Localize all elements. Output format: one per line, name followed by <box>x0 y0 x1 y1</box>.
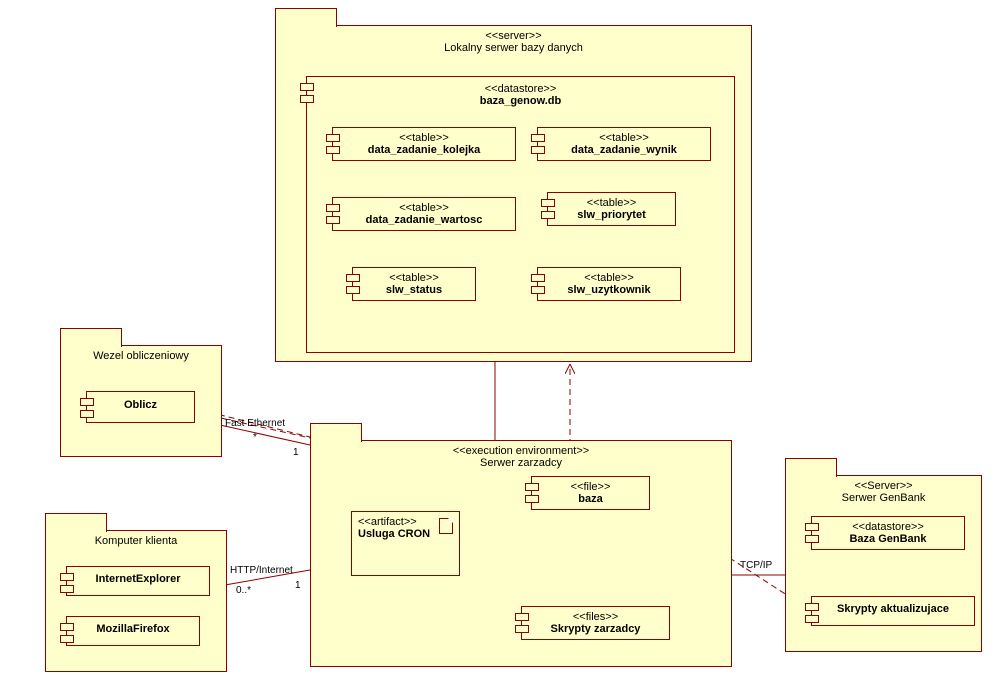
component-datastore: <<datastore>> baza_genow.db <<table>> da… <box>306 76 735 353</box>
package-tab <box>275 8 337 27</box>
package-client: Komputer klienta InternetExplorer Mozill… <box>45 530 227 672</box>
package-exec-env: <<execution environment>> Serwer zarzadc… <box>310 440 732 667</box>
component-scripts: <<files>> Skrypty zarzadcy <box>521 606 670 640</box>
datastore-stereo: <<datastore>> <box>313 83 728 95</box>
package-tab <box>310 423 362 442</box>
component-lug-icon <box>300 83 314 91</box>
label-fast-ethernet: Fast Ethernet <box>225 418 285 429</box>
compute-label: Wezel obliczeniowy <box>61 346 221 368</box>
label-one-2: 1 <box>295 580 301 591</box>
component-baza: <<file>> baza <box>531 476 650 510</box>
table-slw-status: <<table>> slw_status <box>352 267 476 301</box>
component-oblicz: Oblicz <box>86 391 195 423</box>
table-slw-priorytet: <<table>> slw_priorytet <box>547 192 676 226</box>
client-label: Komputer klienta <box>46 531 226 553</box>
label-one: 1 <box>293 447 299 458</box>
table-data-zadanie-wynik: <<table>> data_zadanie_wynik <box>537 127 711 161</box>
package-db-server: <<server>> Lokalny serwer bazy danych <<… <box>275 25 752 362</box>
package-genbank: <<Server>> Serwer GenBank <<datastore>> … <box>785 475 982 652</box>
package-tab <box>45 513 107 532</box>
table-slw-uzytkownik: <<table>> slw_uzytkownik <box>537 267 681 301</box>
label-http-internet: HTTP/Internet <box>230 565 293 576</box>
package-compute-node: Wezel obliczeniowy Oblicz <box>60 345 222 457</box>
genbank-label: <<Server>> Serwer GenBank <box>786 476 981 510</box>
package-tab <box>60 328 122 347</box>
table-data-zadanie-kolejka: <<table>> data_zadanie_kolejka <box>332 127 516 161</box>
label-tcpip: TCP/IP <box>740 560 772 571</box>
package-db-server-label: <<server>> Lokalny serwer bazy danych <box>276 26 751 60</box>
cron-name: Usluga CRON <box>358 528 430 540</box>
component-lug-icon <box>300 95 314 103</box>
execenv-label: <<execution environment>> Serwer zarzadc… <box>311 441 731 475</box>
artifact-cron: <<artifact>> Usluga CRON <box>351 511 460 576</box>
label-star: * <box>253 432 257 443</box>
datastore-title: baza_genow.db <box>480 95 562 107</box>
document-icon <box>439 518 453 534</box>
label-zero-star: 0..* <box>236 585 251 596</box>
component-genbank-store: <<datastore>> Baza GenBank <box>811 516 965 550</box>
table-data-zadanie-wartosc: <<table>> data_zadanie_wartosc <box>332 197 516 231</box>
package-tab <box>785 458 837 477</box>
component-ie: InternetExplorer <box>66 566 210 596</box>
component-genbank-scripts: Skrypty aktualizujace <box>811 596 975 626</box>
component-firefox: MozillaFirefox <box>66 616 200 646</box>
